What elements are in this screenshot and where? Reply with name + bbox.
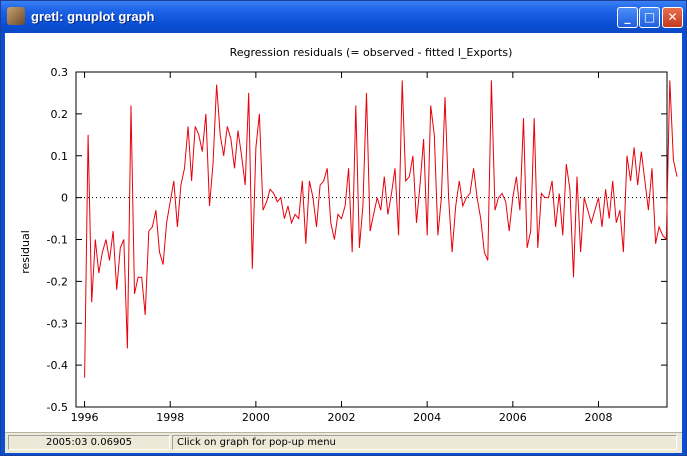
y-tick-label: 0.3: [51, 66, 69, 79]
y-tick-label: 0.2: [51, 108, 69, 121]
x-tick-label: 2008: [584, 411, 612, 424]
window-title: gretl: gnuplot graph: [31, 9, 155, 24]
maximize-button[interactable]: □: [639, 7, 660, 28]
residuals-chart[interactable]: Regression residuals (= observed - fitte…: [5, 33, 682, 432]
y-axis-label: residual: [19, 230, 32, 274]
gretl-app-icon[interactable]: [7, 7, 25, 25]
x-tick-label: 1998: [156, 411, 184, 424]
x-tick-label: 2002: [328, 411, 356, 424]
y-tick-label: -0.3: [47, 317, 68, 330]
cursor-coordinates: 2005:03 0.06905: [8, 435, 170, 450]
y-tick-label: -0.1: [47, 234, 68, 247]
y-tick-label: -0.5: [47, 401, 68, 414]
x-tick-label: 1996: [71, 411, 99, 424]
minimize-button[interactable]: _: [617, 7, 638, 28]
x-tick-label: 2000: [242, 411, 270, 424]
title-bar[interactable]: gretl: gnuplot graph _ □ ✕: [1, 1, 686, 33]
status-hint: Click on graph for pop-up menu: [172, 435, 677, 450]
status-bar: 2005:03 0.06905 Click on graph for pop-u…: [5, 432, 682, 453]
y-tick-label: 0.1: [51, 150, 69, 163]
close-button[interactable]: ✕: [662, 7, 683, 28]
x-tick-label: 2004: [413, 411, 441, 424]
app-window: gretl: gnuplot graph _ □ ✕ Regression re…: [0, 0, 687, 456]
chart-title: Regression residuals (= observed - fitte…: [230, 46, 513, 59]
y-tick-label: -0.4: [47, 359, 68, 372]
graph-area[interactable]: Regression residuals (= observed - fitte…: [5, 33, 682, 452]
x-tick-label: 2006: [499, 411, 527, 424]
y-tick-label: -0.2: [47, 275, 68, 288]
y-tick-label: 0: [61, 192, 68, 205]
